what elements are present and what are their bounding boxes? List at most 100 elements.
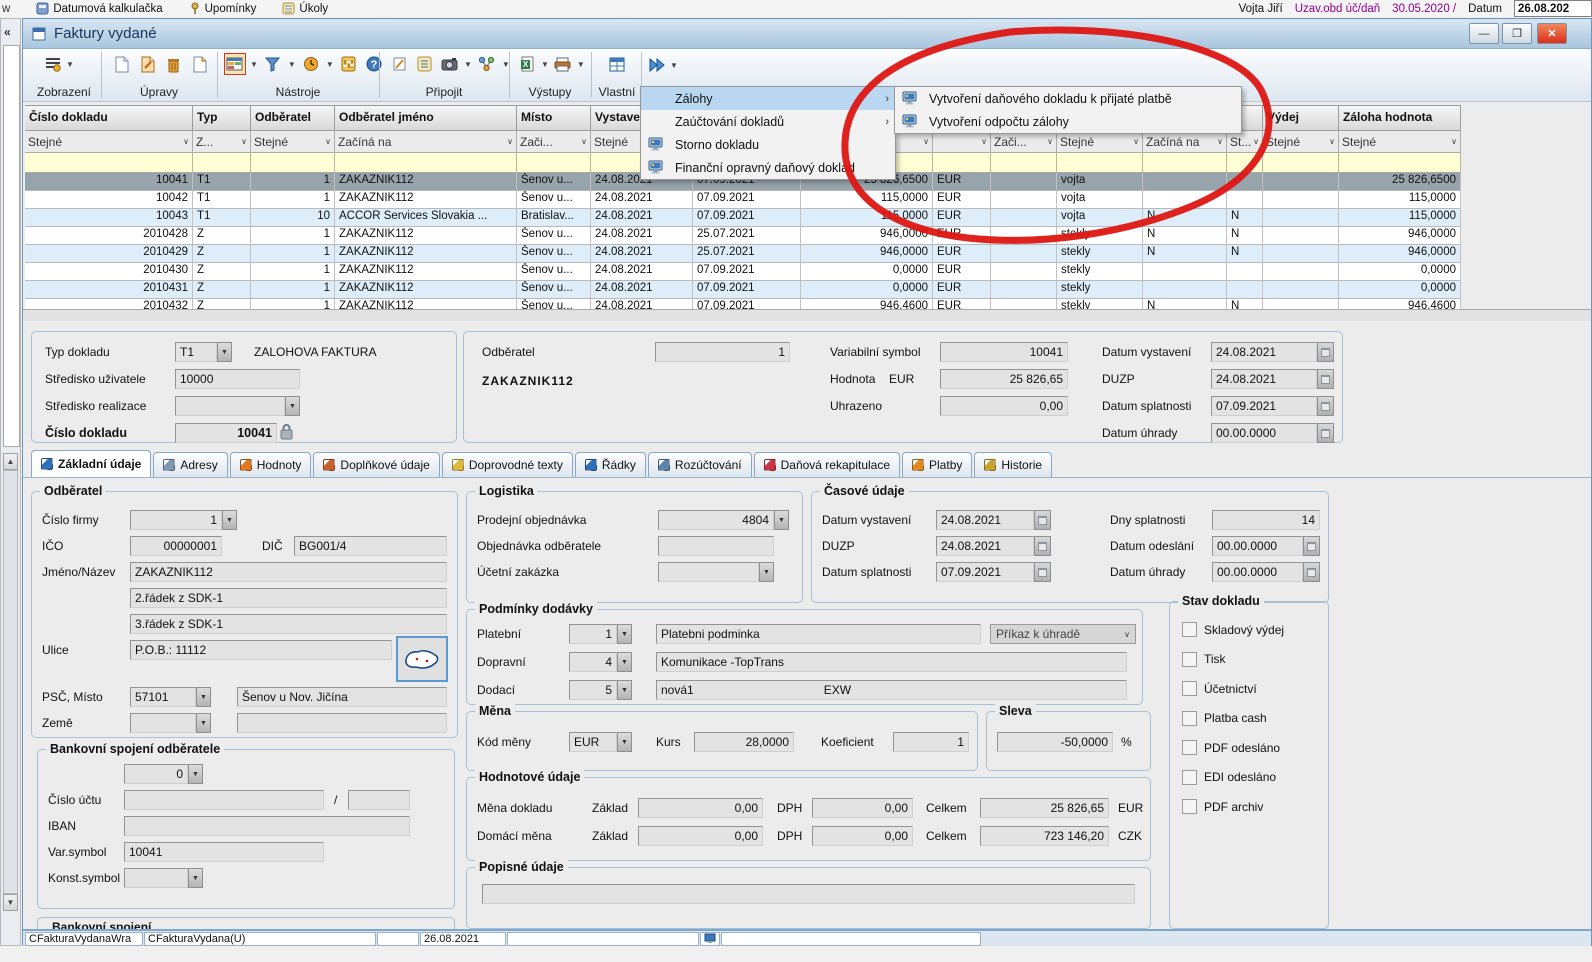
stredisko-uzivatele-field[interactable]: 10000 [175,369,300,389]
kod-meny-field[interactable]: EUR [569,732,617,752]
table-row[interactable]: 2010428Z1ZAKAZNIK112Šenov u...24.08.2021… [25,227,1461,245]
dodaci-field[interactable]: 5 [569,680,617,700]
var-symbol-field[interactable]: 10041 [124,842,324,862]
column-filter-dropdown[interactable]: Stejné∨ [1339,131,1461,153]
tab--dky[interactable]: Řádky [575,452,646,477]
note-icon[interactable] [389,54,409,74]
menu-item-za-tov-n-doklad-[interactable]: Zaúčtování dokladů› [641,110,895,133]
grid-dropdown-caret[interactable]: ▼ [250,60,258,69]
close-button[interactable]: ✕ [1537,23,1567,44]
column-filter-dropdown[interactable]: Zači...∨ [991,131,1057,153]
scroll-down-button[interactable]: ▼ [3,894,18,911]
column-header[interactable]: Typ [193,105,251,131]
filter-input-cell[interactable] [933,153,991,173]
settings-sliders-icon[interactable] [339,54,359,74]
print-dropdown-caret[interactable]: ▼ [577,60,585,69]
view-mode-icon[interactable] [43,54,63,74]
column-filter-dropdown[interactable]: Stejné∨ [25,131,193,153]
banka-poradi-field[interactable]: 0 [124,764,188,784]
column-header[interactable]: Odběratel [251,105,335,131]
dopravni-field[interactable]: 4 [569,652,617,672]
filter-input-cell[interactable] [1227,153,1263,173]
odberatel-field[interactable]: 1 [655,342,790,362]
checkbox-unchecked[interactable] [1182,711,1197,726]
column-filter-dropdown[interactable]: Zači...∨ [517,131,591,153]
celkem-dokladu-field[interactable]: 25 826,65 [980,798,1109,818]
calendar-button[interactable] [1303,562,1320,582]
column-header[interactable]: Číslo dokladu [25,105,193,131]
tab-hodnoty[interactable]: Hodnoty [230,452,312,477]
konst-symbol-spinner[interactable]: ▼ [188,868,203,888]
objednavka-odberatele-field[interactable] [658,536,774,556]
filter-icon[interactable] [263,54,283,74]
konst-symbol-field[interactable] [124,868,188,888]
tab-dopl-kov-daje[interactable]: Doplňkové údaje [313,452,439,477]
calendar-button[interactable] [1034,562,1051,582]
column-filter-dropdown[interactable]: Stejné∨ [1057,131,1143,153]
stredisko-realizace-field[interactable] [175,396,285,416]
custom-table-icon[interactable] [607,54,627,74]
menubar-item-cut[interactable]: w [2,3,10,15]
column-filter-dropdown[interactable]: Stejné∨ [1263,131,1339,153]
ico-field[interactable]: 00000001 [130,536,222,556]
misto-field[interactable]: Šenov u Nov. Jičína [237,687,447,707]
checkbox-unchecked[interactable] [1182,799,1197,814]
copy-record-icon[interactable] [189,54,209,74]
filter-dropdown-caret[interactable]: ▼ [288,60,296,69]
refresh-clock-icon[interactable] [301,54,321,74]
table-row[interactable]: 10043T110ACCOR Services Slovakia ...Brat… [25,209,1461,227]
excel-dropdown-caret[interactable]: ▼ [541,60,549,69]
filter-input-cell[interactable] [1263,153,1339,173]
kurs-field[interactable]: 28,0000 [694,732,794,752]
filter-input-cell[interactable] [991,153,1057,173]
zaklad-dokladu-field[interactable]: 0,00 [638,798,763,818]
datum-odeslani-field[interactable]: 00.00.0000 [1212,536,1303,556]
calendar-button[interactable] [1317,369,1334,389]
datum-vystaveni-field[interactable]: 24.08.2021 [1211,342,1317,362]
table-row[interactable]: 2010431Z1ZAKAZNIK112Šenov u...24.08.2021… [25,281,1461,299]
delete-record-icon[interactable] [163,54,183,74]
calendar-button[interactable] [1034,510,1051,530]
column-header[interactable]: Záloha hodnota [1339,105,1461,131]
platebni-typ-dropdown[interactable]: Příkaz k úhradě∨ [990,624,1136,644]
dopravni-desc-field[interactable]: Komunikace -TopTrans [656,652,1127,672]
datum-splatnosti-field[interactable]: 07.09.2021 [1211,396,1317,416]
cislo-firmy-field[interactable]: 1 [130,510,222,530]
submenu-item-vytvo-en-odpo-tu-z-lohy[interactable]: Vytvoření odpočtu zálohy [895,110,1241,133]
column-header[interactable]: Výdej [1263,105,1339,131]
dodaci-spinner[interactable]: ▼ [617,680,632,700]
kod-meny-spinner[interactable]: ▼ [617,732,632,752]
filter-input-cell[interactable] [25,153,193,173]
print-icon[interactable] [553,54,573,74]
psc-field[interactable]: 57101 [130,687,196,707]
list-icon[interactable] [414,54,434,74]
tab-z-kladn-daje[interactable]: Základní údaje [31,450,151,477]
zeme-spinner[interactable]: ▼ [196,713,211,733]
dph-dokladu-field[interactable]: 0,00 [812,798,913,818]
menu-item-storno-dokladu[interactable]: Storno dokladu [641,133,895,156]
view-dropdown-caret[interactable]: ▼ [66,60,74,69]
iban-field[interactable] [124,816,410,836]
banka-poradi-spinner[interactable]: ▼ [188,764,203,784]
prodejni-spinner[interactable]: ▼ [774,510,789,530]
new-record-icon[interactable] [111,54,131,74]
dopravni-spinner[interactable]: ▼ [617,652,632,672]
variabilni-symbol-field[interactable]: 10041 [940,342,1068,362]
ulice-field[interactable]: P.O.B.: 11112 [130,640,392,660]
checkbox-unchecked[interactable] [1182,770,1197,785]
menubar-item-ukoly[interactable]: Úkoly [282,2,328,15]
platebni-spinner[interactable]: ▼ [617,624,632,644]
uhrazeno-field[interactable]: 0,00 [940,396,1068,416]
menu-item-finan-n-opravn-da-ov-doklad[interactable]: Finanční opravný daňový doklad [641,156,895,179]
dic-field[interactable]: BG001/4 [294,536,447,556]
popisne-field[interactable] [482,884,1135,904]
platebni-desc-field[interactable]: Platebni podminka [656,624,981,644]
tab-historie[interactable]: Historie [974,452,1052,477]
tab-roz-tov-n-[interactable]: Rozúčtování [648,452,752,477]
filter-input-cell[interactable] [335,153,517,173]
column-filter-dropdown[interactable]: Začíná na∨ [1143,131,1227,153]
dny-splatnosti-field[interactable]: 14 [1212,510,1320,530]
dodaci-desc-field[interactable]: nová1 EXW [656,680,1127,700]
casove-datum-vystaveni-field[interactable]: 24.08.2021 [936,510,1034,530]
grid-settings-icon[interactable] [225,54,245,74]
